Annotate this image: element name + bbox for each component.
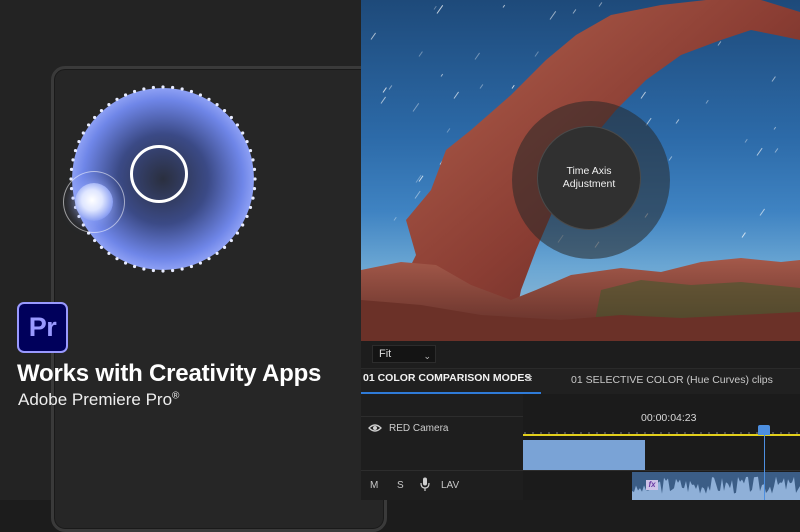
dial-dot <box>251 158 255 162</box>
dial-dot <box>207 257 211 261</box>
dial-dot <box>229 238 233 243</box>
audio-track-name: LAV <box>441 480 460 491</box>
tab-selective-color[interactable]: 01 SELECTIVE COLOR (Hue Curves) clips <box>571 374 773 386</box>
dial-dot <box>198 261 203 265</box>
dial-dot <box>132 264 137 269</box>
dial-dot <box>248 148 253 153</box>
dial-dot <box>251 196 255 200</box>
zoom-select[interactable]: Fit ⌄ <box>372 345 436 363</box>
dial-dot <box>171 268 175 273</box>
dial-dot <box>142 267 146 271</box>
registered-mark: ® <box>172 390 180 402</box>
time-axis-label: Time Axis Adjustment <box>562 165 616 190</box>
tab-menu-icon[interactable]: ≡ <box>526 373 532 385</box>
dial-dot <box>245 139 249 144</box>
dial-dot <box>115 97 119 101</box>
promo-subtitle: Adobe Premiere Pro® <box>18 390 179 410</box>
promo-title: Works with Creativity Apps <box>17 360 322 387</box>
dial-dot <box>222 109 227 113</box>
fx-badge[interactable]: fx <box>646 480 658 490</box>
dial-dot <box>252 187 257 191</box>
dial-dot <box>198 93 203 97</box>
divider <box>361 416 523 417</box>
dial-dot <box>86 123 91 127</box>
dial-dot <box>99 109 104 113</box>
zoom-select-value: Fit <box>379 348 392 360</box>
dial-dot <box>123 261 128 265</box>
dial-dot <box>161 85 165 89</box>
dial-dot <box>107 251 111 256</box>
dial-dot <box>189 264 194 269</box>
dial-dot <box>99 245 104 249</box>
dial-dot <box>235 123 240 127</box>
eye-icon[interactable] <box>368 423 382 433</box>
dial-dot <box>81 131 85 135</box>
divider <box>361 470 800 471</box>
dial-dot <box>69 167 74 171</box>
dial-dot <box>142 87 146 91</box>
dial-dot <box>215 251 219 256</box>
chevron-down-icon: ⌄ <box>423 351 431 361</box>
dial-dot <box>151 85 155 90</box>
dial-dot <box>93 238 97 243</box>
dial-knob[interactable] <box>75 183 113 221</box>
dial-dot <box>123 93 128 97</box>
dial-dot <box>245 214 249 219</box>
dial-dot <box>248 205 253 210</box>
promo-subtitle-text: Adobe Premiere Pro <box>18 390 173 409</box>
dial-dot <box>252 167 257 171</box>
dial-dot <box>253 177 257 181</box>
video-track-name: RED Camera <box>389 423 449 434</box>
dial-dot <box>115 257 119 261</box>
solo-track-button[interactable]: S <box>397 480 404 491</box>
dial-dot <box>161 269 165 273</box>
dial-dot <box>241 131 245 135</box>
microphone-icon[interactable] <box>420 477 430 492</box>
dial-dot <box>189 89 194 94</box>
dial-dot <box>207 97 211 101</box>
dial-dot <box>107 102 111 107</box>
dial-dot <box>132 89 137 94</box>
dial-center-ring[interactable] <box>130 145 188 203</box>
playhead-timecode[interactable]: 00:00:04:23 <box>641 412 696 424</box>
mute-track-button[interactable]: M <box>370 480 378 491</box>
playhead-handle[interactable] <box>758 425 770 435</box>
dial-dot <box>151 268 155 273</box>
dial-dot <box>222 245 227 249</box>
playhead-line[interactable] <box>764 428 765 500</box>
dial-dot <box>241 223 245 227</box>
time-axis-button[interactable]: Time Axis Adjustment <box>537 126 641 230</box>
video-clip[interactable] <box>523 440 645 470</box>
dial-dot <box>235 231 240 235</box>
dial-dot <box>180 267 184 271</box>
dial-dot <box>171 85 175 90</box>
dial-dot <box>93 115 97 120</box>
dial-dot <box>77 139 81 144</box>
dial-dot <box>73 148 78 153</box>
dial-dot <box>229 115 233 120</box>
dial-dot <box>215 102 219 107</box>
dial-dot <box>71 158 75 162</box>
tab-color-comparison-modes[interactable]: 01 COLOR COMPARISON MODES <box>363 372 531 384</box>
premiere-pro-logo: Pr <box>17 302 68 353</box>
dial-dot <box>180 87 184 91</box>
